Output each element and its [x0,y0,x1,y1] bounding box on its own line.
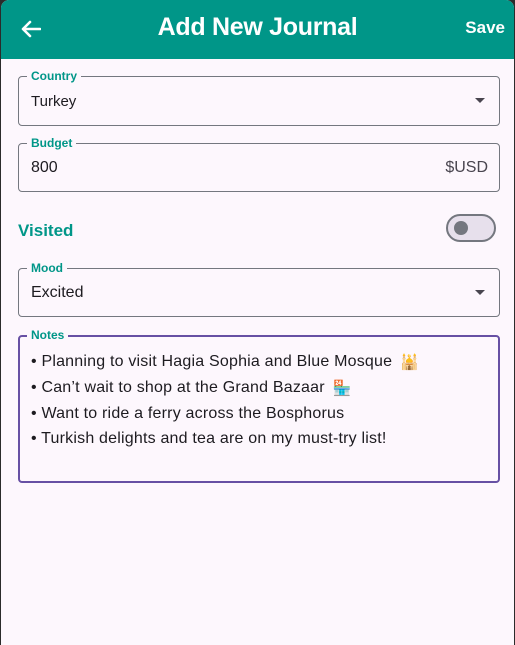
page-title: Add New Journal [157,13,358,41]
app-bar: Add New Journal Save [1,0,514,59]
visited-label: Visited [18,221,74,240]
toggle-thumb [454,221,468,235]
mosque-icon: 🕌 [400,354,420,371]
note-line: • Want to ride a ferry across the Bospho… [31,401,419,426]
journal-screen: Add New Journal Save Country Turkey Budg… [1,0,514,645]
note-line: • Planning to visit Hagia Sophia and Blu… [31,349,419,375]
mood-value: Excited [31,284,84,301]
notes-label: Notes [27,327,69,343]
currency-suffix: $USD [445,159,488,176]
notes-content: • Planning to visit Hagia Sophia and Blu… [31,349,419,451]
back-button[interactable] [15,14,47,44]
note-text: • Turkish delights and tea are on my mus… [31,430,387,447]
budget-label: Budget [27,135,77,151]
mood-dropdown[interactable]: Mood Excited [18,260,500,317]
notes-textarea[interactable]: Notes • Planning to visit Hagia Sophia a… [18,327,500,483]
visited-toggle[interactable] [446,214,496,242]
country-label: Country [27,68,81,84]
budget-value: 800 [31,159,58,176]
dropdown-arrow-icon [475,98,485,103]
store-icon: 🏪 [332,380,352,397]
country-value: Turkey [31,93,77,110]
note-text: • Want to ride a ferry across the Bospho… [31,405,345,422]
arrow-left-icon [21,20,41,38]
note-line: • Can’t wait to shop at the Grand Bazaar… [31,375,419,401]
note-text: • Can’t wait to shop at the Grand Bazaar [31,379,325,396]
save-button[interactable]: Save [465,18,505,38]
mood-label: Mood [27,260,67,276]
note-line: • Turkish delights and tea are on my mus… [31,426,419,451]
visited-row: Visited [18,212,500,248]
country-dropdown[interactable]: Country Turkey [18,68,500,126]
dropdown-arrow-icon [475,289,485,295]
budget-field[interactable]: Budget 800 $USD [18,135,500,192]
note-text: • Planning to visit Hagia Sophia and Blu… [31,353,393,370]
